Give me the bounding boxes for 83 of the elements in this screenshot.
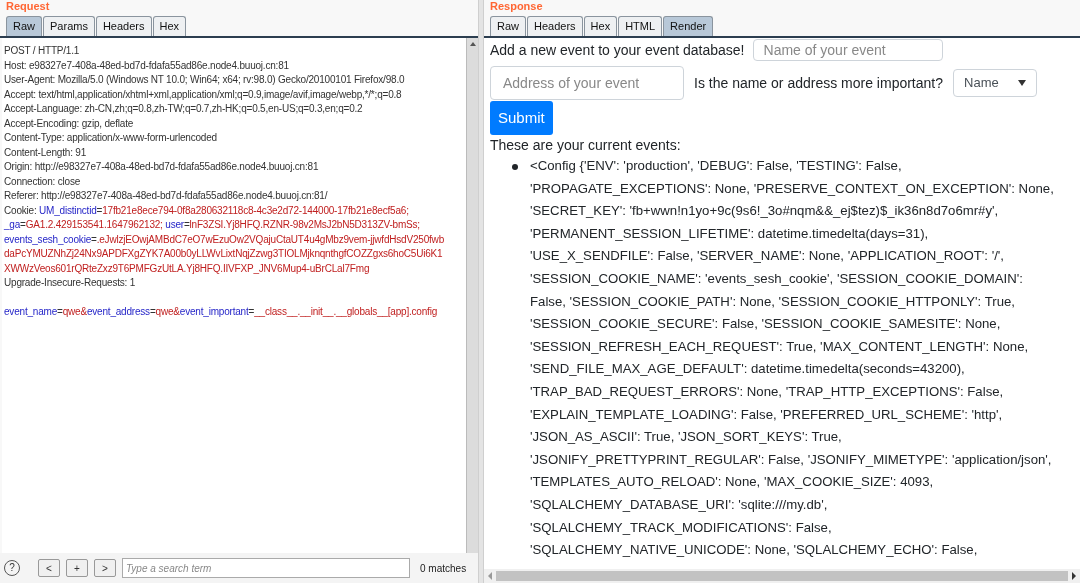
event-text: False, 'SESSION_COOKIE_PATH': None, 'SESSION_COOKIE_HTTPONLY': True, [530, 292, 1016, 311]
search-field[interactable]: Type a search term [122, 558, 410, 578]
request-text: Content-Type: application/x-www-form-urlencoded [4, 132, 217, 143]
request-text: Cookie: [4, 204, 38, 216]
event-text: 'SESSION_COOKIE_NAME': 'events_sesh_cookie', 'SESSION_COOKIE_DOMAIN': [530, 269, 1024, 288]
request-text: qwe [155, 306, 174, 317]
request-text: Referer: http://e98327e7-408a-48ed-bd7d-fdafa55ad86e.node4.buuoj.cn:81/ [4, 190, 328, 201]
request-text: Accept: text/html,application/xhtml+xml,application/xml;q=0.9,image/avif,image/webp,*/*;q=0.8 [4, 88, 402, 100]
event-text: 'JSONIFY_PRETTYPRINT_REGULAR': False, 'JSONIFY_MIMETYPE': 'application/json', [530, 450, 1053, 469]
tab[interactable]: Render [663, 16, 714, 36]
panel-title: Request [5, 0, 51, 14]
panel-title: Response [489, 0, 544, 14]
request-text: user [165, 219, 184, 230]
event-text: 'SEND_FILE_MAX_AGE_DEFAULT': datetime.timedelta(seconds=43200), [530, 360, 966, 379]
event-text: 'SESSION_COOKIE_SECURE': False, 'SESSION_COOKIE_SAMESITE': None, [530, 315, 1002, 334]
request-text: = [91, 233, 97, 245]
event-text: 'TRAP_BAD_REQUEST_ERRORS': None, 'TRAP_HTTP_EXCEPTIONS': False, [530, 382, 1005, 401]
request-text: = [57, 306, 63, 317]
nav-button[interactable]: + [66, 559, 88, 577]
request-text: = [183, 219, 190, 230]
request-text: POST / HTTP/1.1 [4, 45, 80, 56]
importance-select[interactable]: Name [953, 69, 1037, 97]
request-text: _ga [4, 219, 21, 230]
event-text: 'SECRET_KEY': 'fb+wwn!n1yo+9c(9s6!_3o#nqm&&_ej$tez)$_ik36n8d7o6mr#y', [530, 202, 1000, 221]
form-prompt: Add a new event to your event database! [490, 40, 745, 60]
nav-button[interactable]: < [38, 559, 60, 577]
request-text: = [20, 219, 26, 230]
request-text: .eJwlzjEOwjAMBdC7eO7wEzuOw2VQajuCtaUT4u4gMbz9vem-jjwfdHsdV250fwb [96, 233, 444, 245]
match-count: 0 matches [420, 561, 467, 576]
request-text: UM_distinctid [39, 204, 97, 216]
event-text: 'SQLALCHEMY_TRACK_MODIFICATIONS': False, [530, 518, 833, 537]
tab[interactable]: Hex [583, 16, 618, 36]
tab[interactable]: HTML [618, 16, 663, 36]
request-text: = [248, 306, 255, 317]
request-text: event_name [4, 306, 58, 317]
event-text: 'SQLALCHEMY_DATABASE_URI': 'sqlite:///my.db', [530, 495, 829, 514]
request-text: = [149, 306, 156, 317]
event-text: <Config {'ENV': 'production', 'DEBUG': False, 'TESTING': False, [530, 157, 903, 175]
request-text: 17fb21e8ece794-0f8a280632118c8-4c3e2d72-144000-17fb21e8ecf5a6; [102, 204, 409, 216]
caret-icon [1018, 80, 1026, 86]
event-text: 'PERMANENT_SESSION_LIFETIME': datetime.timedelta(days=31), [530, 224, 930, 243]
request-text: GA1.2.429153541.1647962132; [25, 219, 164, 230]
event-text: 'SQLALCHEMY_NATIVE_UNICODE': None, 'SQLALCHEMY_ECHO': False, [530, 541, 979, 560]
events-heading: These are your current events: [490, 136, 682, 155]
event-text: 'JSON_AS_ASCII': True, 'JSON_SORT_KEYS': True, [530, 428, 843, 447]
event-text: 'USE_X_SENDFILE': False, 'SERVER_NAME': None, 'APPLICATION_ROOT': '/', [530, 247, 1006, 266]
request-text: & [80, 306, 87, 317]
request-text: Connection: close [4, 175, 81, 187]
tab[interactable]: Raw [6, 16, 42, 36]
request-text: User-Agent: Mozilla/5.0 (Windows NT 10.0; Win64; x64; rv:98.0) Gecko/20100101 Firefox/98.0 [4, 74, 405, 85]
event-text: 'TEMPLATES_AUTO_RELOAD': None, 'MAX_COOKIE_SIZE': 4093, [530, 473, 935, 492]
event-text: 'EXPLAIN_TEMPLATE_LOADING': False, 'PREFERRED_URL_SCHEME': 'http', [530, 405, 1004, 424]
tab[interactable]: Headers [95, 16, 152, 36]
request-text: event_important [179, 306, 249, 317]
event-text: 'SESSION_REFRESH_EACH_REQUEST': True, 'MAX_CONTENT_LENGTH': None, [530, 337, 1030, 356]
tab[interactable]: Raw [490, 16, 526, 36]
tab[interactable]: Hex [152, 16, 187, 36]
bullet-icon [512, 164, 518, 170]
request-text: __class__.__init__.__globals__[app].config [254, 306, 438, 317]
request-text: & [173, 306, 180, 317]
request-text: lnF3ZSI.Yj8HFQ.RZNR-98v2MsJ2bN5D313ZV-bmSs; [189, 219, 420, 230]
request-text: Content-Length: 91 [4, 146, 87, 158]
request-text: daPcYMUZNhZj24Nx9APDFXgZYK7A00b0yLLWvLixtNqjZzwg3TIOLMjknqnthgfCOZZgxs6hoC5Ui6K1 [4, 248, 443, 259]
scroll-left-icon[interactable] [486, 571, 494, 581]
request-text: Origin: http://e98327e7-408a-48ed-bd7d-fdafa55ad86e.node4.buuoj.cn:81 [4, 161, 319, 172]
request-text: Accept-Encoding: gzip, deflate [4, 117, 134, 129]
request-text: = [96, 204, 103, 216]
tab[interactable]: Headers [527, 16, 583, 36]
tab[interactable]: Params [43, 16, 95, 36]
request-text: Accept-Language: zh-CN,zh;q=0.8,zh-TW;q=0.7,zh-HK;q=0.5,en-US;q=0.3,en;q=0.2 [4, 103, 363, 114]
request-text: XWWzVeos601rQRteZxz9T6PMFGzUtLA.Yj8HFQ.IIVFXP_JNV6Mup4-uBrCLal7Fmg [4, 262, 370, 274]
event-text: 'PROPAGATE_EXCEPTIONS': None, 'PRESERVE_CONTEXT_ON_EXCEPTION': None, [530, 179, 1054, 198]
request-text: events_sesh_cookie [4, 233, 91, 245]
request-text: Upgrade-Insecure-Requests: 1 [4, 277, 136, 288]
nav-button[interactable]: > [94, 559, 116, 577]
question-label: Is the name or address more important? [694, 73, 943, 93]
address-field[interactable]: Address of your event [490, 66, 684, 100]
request-text: qwe [62, 306, 81, 317]
submit-button[interactable]: Submit [490, 101, 553, 135]
request-text: event_address [86, 306, 150, 317]
request-text: Host: e98327e7-408a-48ed-bd7d-fdafa55ad86e.node4.buuoj.cn:81 [4, 59, 289, 71]
name-field[interactable]: Name of your event [752, 39, 943, 61]
scroll-right-icon[interactable] [1070, 571, 1078, 581]
